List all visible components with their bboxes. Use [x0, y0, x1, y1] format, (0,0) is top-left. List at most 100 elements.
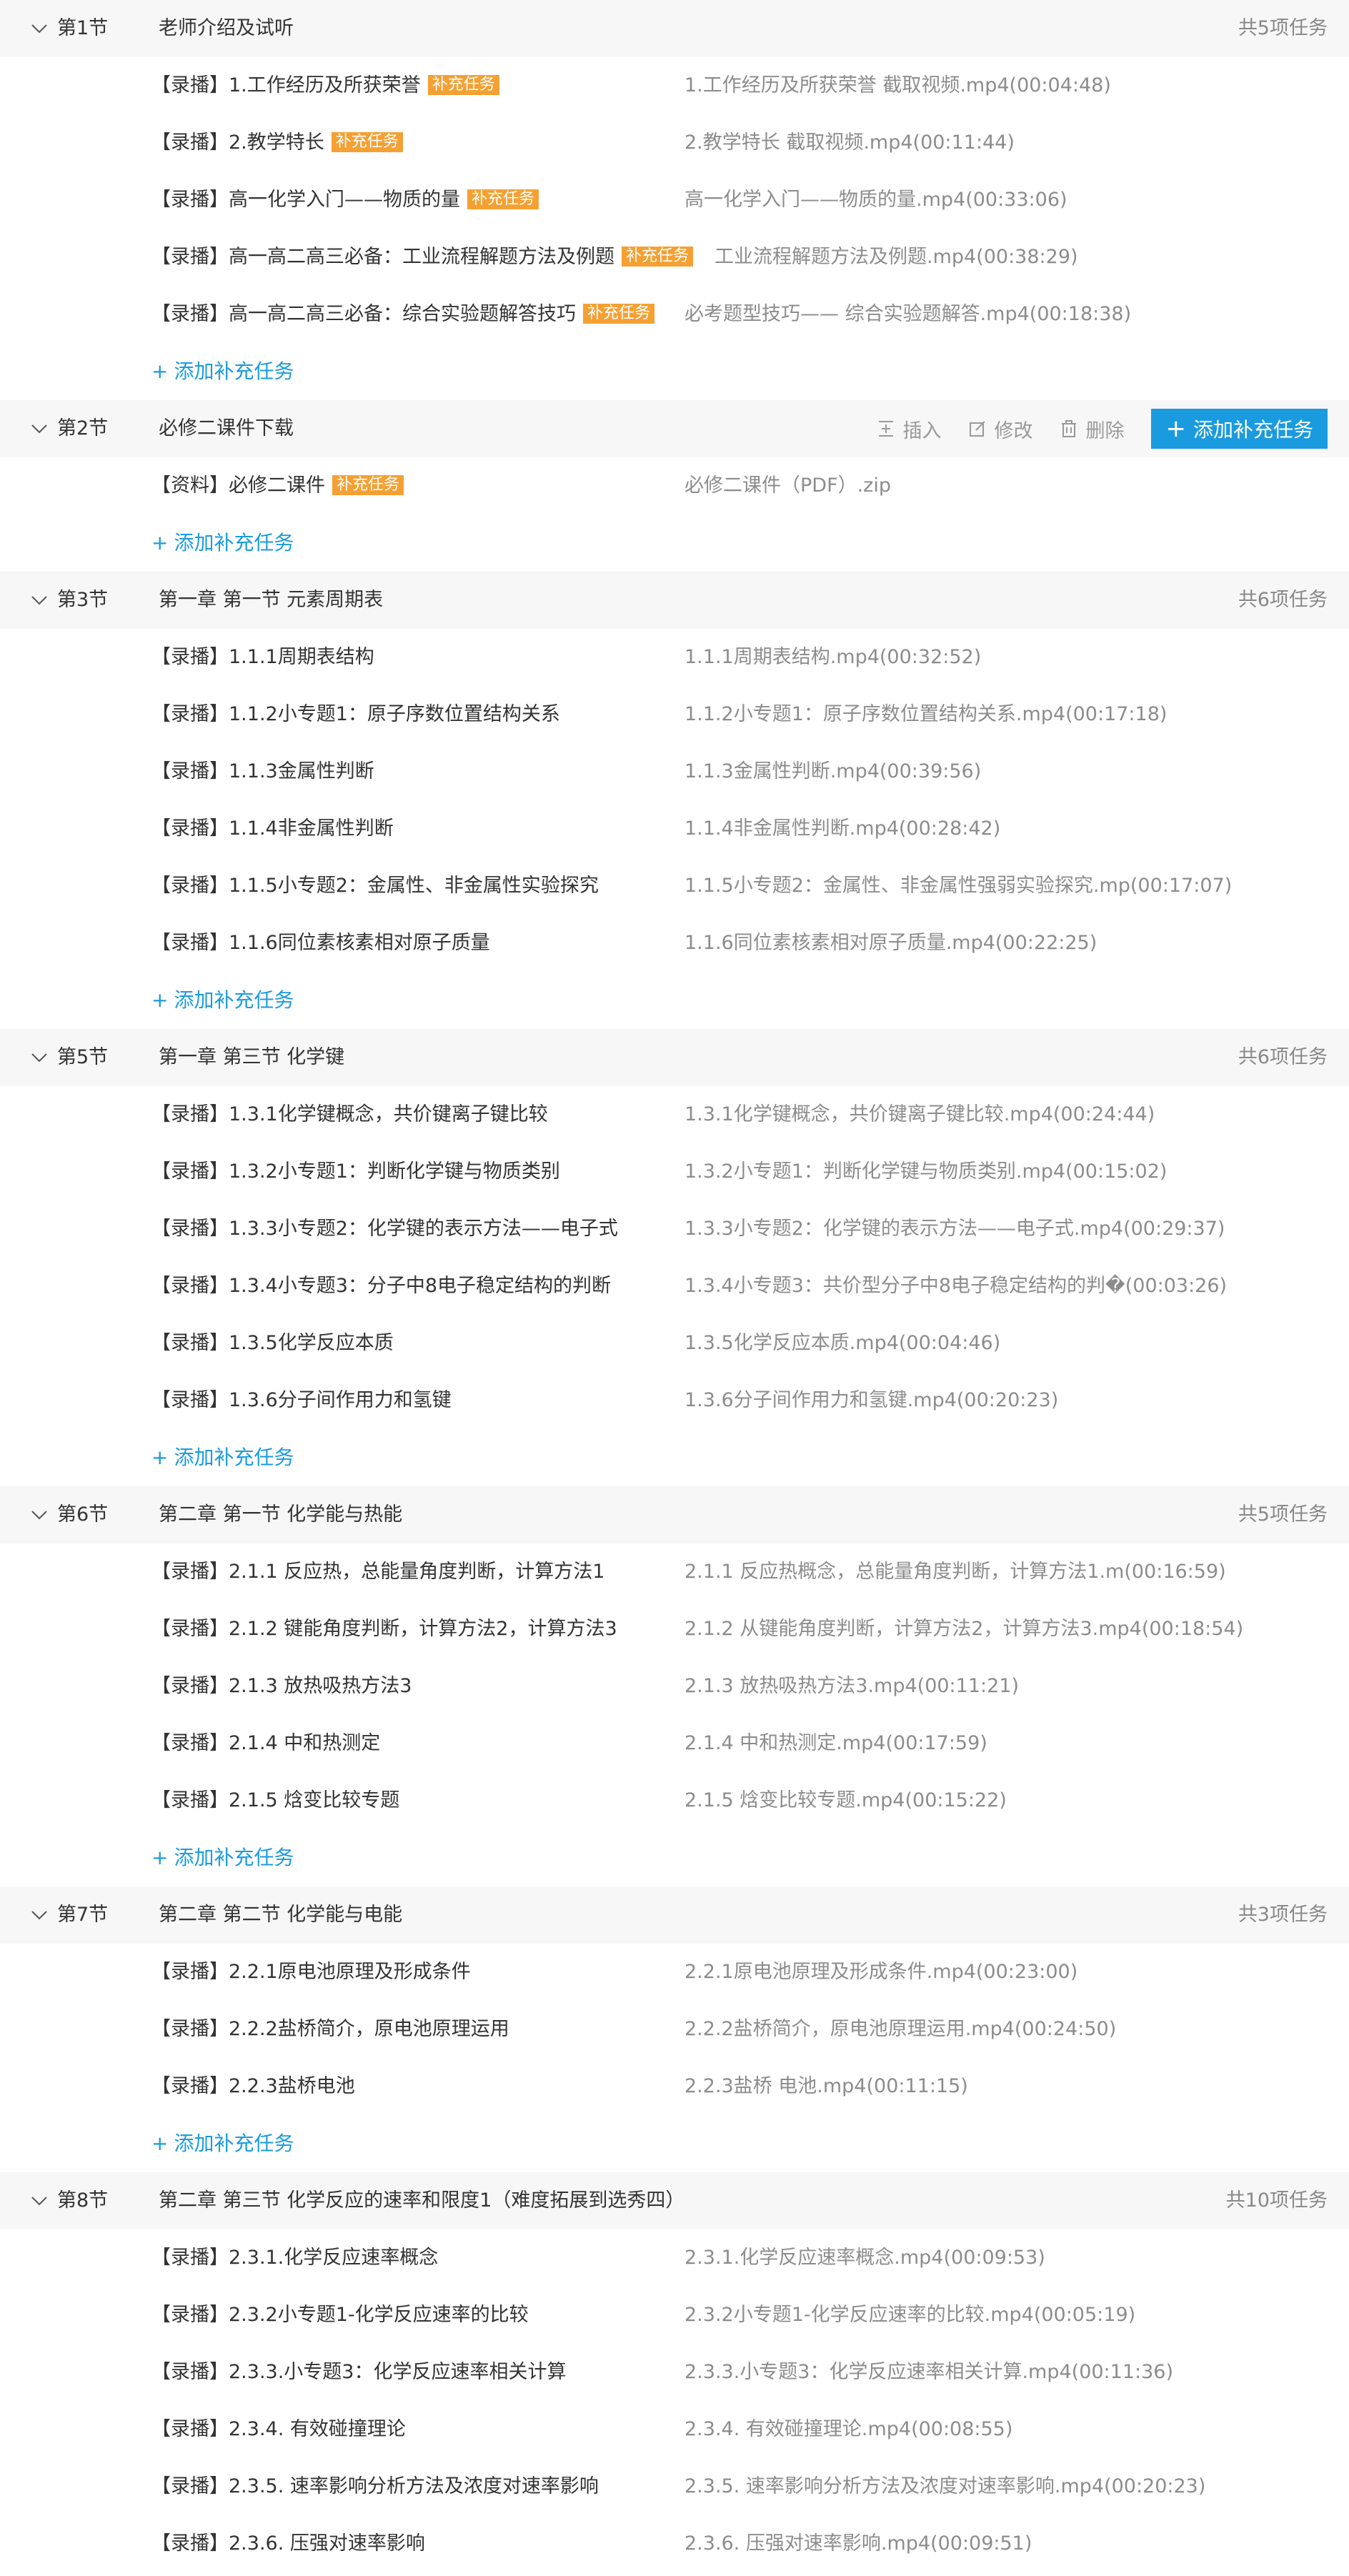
add-supplement-label: 添加补充任务: [174, 988, 294, 1012]
task-file[interactable]: 2.3.5. 速率影响分析方法及浓度对速率影响.mp4(00:20:23): [685, 2458, 1205, 2515]
section-header[interactable]: 第7节 第二章 第二节 化学能与电能 共3项任务: [0, 1886, 1349, 1944]
task-count: 共10项任务: [1225, 2189, 1328, 2212]
chevron-down-icon[interactable]: [30, 1906, 49, 1924]
chevron-down-icon[interactable]: [30, 1506, 49, 1524]
edit-button[interactable]: 修改: [968, 415, 1032, 443]
task-file[interactable]: 1.1.6同位素核素相对原子质量.mp4(00:22:25): [685, 915, 1097, 972]
chevron-down-icon[interactable]: [30, 419, 49, 438]
chevron-down-icon[interactable]: [30, 2192, 49, 2210]
add-supplement-link[interactable]: + 添加补充任务: [0, 2115, 1349, 2172]
section-header[interactable]: 第3节 第一章 第一节 元素周期表 共6项任务: [0, 572, 1349, 629]
task-row[interactable]: 工业流程解题方法及例题.mp4(00:38:29) 【录播】高一高二高三必备：工…: [0, 229, 1349, 286]
task-row[interactable]: 【录播】1.1.6同位素核素相对原子质量 1.1.6同位素核素相对原子质量.mp4…: [0, 915, 1349, 972]
task-row[interactable]: 【录播】1.1.2小专题1：原子序数位置结构关系 1.1.2小专题1：原子序数位置…: [0, 686, 1349, 743]
task-file[interactable]: 1.1.4非金属性判断.mp4(00:28:42): [685, 800, 1000, 857]
add-supplement-button[interactable]: + 添加补充任务: [1151, 409, 1328, 449]
task-row[interactable]: 【录播】2.2.1原电池原理及形成条件 2.2.1原电池原理及形成条件.mp4(0…: [0, 1944, 1349, 2001]
task-file[interactable]: 1.3.2小专题1：判断化学键与物质类别.mp4(00:15:02): [685, 1143, 1167, 1200]
task-file[interactable]: 2.2.2盐桥简介，原电池原理运用.mp4(00:24:50): [685, 2001, 1116, 2058]
task-file[interactable]: 2.教学特长 截取视频.mp4(00:11:44): [685, 114, 1015, 171]
task-row[interactable]: 【录播】1.1.1周期表结构 1.1.1周期表结构.mp4(00:32:52): [0, 629, 1349, 686]
task-file[interactable]: 2.3.6. 压强对速率影响.mp4(00:09:51): [685, 2515, 1032, 2572]
task-row[interactable]: 【录播】2.3.4. 有效碰撞理论 2.3.4. 有效碰撞理论.mp4(00:08…: [0, 2401, 1349, 2458]
chevron-down-icon[interactable]: [30, 1048, 49, 1067]
task-row[interactable]: 【录播】2.3.1.化学反应速率概念 2.3.1.化学反应速率概念.mp4(00:…: [0, 2229, 1349, 2287]
task-title: 【录播】1.工作经历及所获荣誉: [151, 74, 421, 96]
task-file[interactable]: 高一化学入门——物质的量.mp4(00:33:06): [685, 171, 1067, 229]
task-row[interactable]: 【录播】高一化学入门——物质的量 补充任务 高一化学入门——物质的量.mp4(00…: [0, 171, 1349, 229]
task-file[interactable]: 1.3.3小专题2：化学键的表示方法——电子式.mp4(00:29:37): [685, 1200, 1225, 1258]
task-file[interactable]: 1.1.3金属性判断.mp4(00:39:56): [685, 743, 981, 800]
task-file[interactable]: 2.1.1 反应热概念，总能量角度判断，计算方法1.m(00:16:59): [685, 1543, 1226, 1601]
section: 第2节 必修二课件下载 插入 修改 删除 +添加补充任务 【资料】必修二课件补: [0, 400, 1349, 572]
task-row[interactable]: 【录播】1.3.1化学键概念，共价键离子键比较 1.3.1化学键概念，共价键离子键…: [0, 1086, 1349, 1143]
task-file[interactable]: 2.3.4. 有效碰撞理论.mp4(00:08:55): [685, 2401, 1012, 2458]
section-header[interactable]: 第6节 第二章 第一节 化学能与热能 共5项任务: [0, 1486, 1349, 1543]
insert-button[interactable]: 插入: [877, 415, 941, 443]
task-file[interactable]: 1.1.1周期表结构.mp4(00:32:52): [685, 629, 981, 686]
supplement-tag: 补充任务: [622, 246, 694, 267]
task-file[interactable]: 1.3.1化学键概念，共价键离子键比较.mp4(00:24:44): [685, 1086, 1155, 1143]
task-row[interactable]: 【录播】2.3.3.小专题3：化学反应速率相关计算 2.3.3.小专题3：化学反应…: [0, 2344, 1349, 2401]
task-row[interactable]: 【录播】高一高二高三必备：综合实验题解答技巧 补充任务 必考题型技巧—— 综合实验…: [0, 286, 1349, 343]
task-row[interactable]: 【录播】2.1.5 焓变比较专题 2.1.5 焓变比较专题.mp4(00:15:2…: [0, 1772, 1349, 1829]
delete-button[interactable]: 删除: [1060, 415, 1124, 443]
task-file[interactable]: 2.1.3 放热吸热方法3.mp4(00:11:21): [685, 1658, 1019, 1715]
task-file[interactable]: 1.3.4小专题3：共价型分子中8电子稳定结构的判�(00:03:26): [685, 1258, 1227, 1315]
section-title: 第二章 第一节 化学能与热能: [159, 1503, 403, 1526]
chevron-down-icon[interactable]: [30, 591, 49, 610]
task-row[interactable]: 【录播】1.3.4小专题3：分子中8电子稳定结构的判断 1.3.4小专题3：共价型…: [0, 1258, 1349, 1315]
task-row[interactable]: 【录播】2.3.6. 压强对速率影响 2.3.6. 压强对速率影响.mp4(00:…: [0, 2515, 1349, 2572]
add-supplement-label: 添加补充任务: [174, 531, 294, 555]
task-file[interactable]: 2.2.3盐桥 电池.mp4(00:11:15): [685, 2058, 968, 2115]
task-file[interactable]: 2.1.5 焓变比较专题.mp4(00:15:22): [685, 1772, 1007, 1829]
add-supplement-link[interactable]: + 添加补充任务: [0, 972, 1349, 1029]
task-row[interactable]: 【录播】2.2.3盐桥电池 2.2.3盐桥 电池.mp4(00:11:15): [0, 2058, 1349, 2115]
task-row[interactable]: 【录播】1.3.6分子间作用力和氢键 1.3.6分子间作用力和氢键.mp4(00:…: [0, 1372, 1349, 1429]
task-row[interactable]: 【录播】1.3.3小专题2：化学键的表示方法——电子式 1.3.3小专题2：化学键…: [0, 1200, 1349, 1258]
task-row[interactable]: 【录播】2.3.2小专题1-化学反应速率的比较 2.3.2小专题1-化学反应速率的…: [0, 2287, 1349, 2344]
task-row[interactable]: 【录播】2.2.2盐桥简介，原电池原理运用 2.2.2盐桥简介，原电池原理运用.m…: [0, 2001, 1349, 2058]
task-file[interactable]: 1.1.2小专题1：原子序数位置结构关系.mp4(00:17:18): [685, 686, 1167, 743]
task-file[interactable]: 2.3.2小专题1-化学反应速率的比较.mp4(00:05:19): [685, 2287, 1135, 2344]
task-row[interactable]: 【资料】必修二课件 补充任务 必修二课件（PDF）.zip: [0, 457, 1349, 514]
task-file[interactable]: 2.3.1.化学反应速率概念.mp4(00:09:53): [685, 2229, 1045, 2287]
task-row[interactable]: 【录播】1.1.3金属性判断 1.1.3金属性判断.mp4(00:39:56): [0, 743, 1349, 800]
task-file[interactable]: 2.1.2 从键能角度判断，计算方法2，计算方法3.mp4(00:18:54): [685, 1601, 1243, 1658]
task-title: 【录播】2.教学特长: [151, 131, 324, 154]
task-row[interactable]: 【录播】1.1.4非金属性判断 1.1.4非金属性判断.mp4(00:28:42): [0, 800, 1349, 857]
task-file[interactable]: 1.工作经历及所获荣誉 截取视频.mp4(00:04:48): [685, 57, 1111, 114]
task-row[interactable]: 【录播】2.1.4 中和热测定 2.1.4 中和热测定.mp4(00:17:59): [0, 1715, 1349, 1772]
task-file[interactable]: 1.1.5小专题2：金属性、非金属性强弱实验探究.mp(00:17:07): [685, 857, 1232, 915]
chevron-down-icon[interactable]: [30, 19, 49, 38]
task-file[interactable]: 2.3.3.小专题3：化学反应速率相关计算.mp4(00:11:36): [685, 2344, 1173, 2401]
task-row[interactable]: 【录播】1.工作经历及所获荣誉 补充任务 1.工作经历及所获荣誉 截取视频.mp4…: [0, 57, 1349, 114]
task-title: 【录播】2.1.4 中和热测定: [151, 1732, 381, 1754]
task-row[interactable]: 【录播】1.1.5小专题2：金属性、非金属性实验探究 1.1.5小专题2：金属性、…: [0, 857, 1349, 915]
section-header[interactable]: 第5节 第一章 第三节 化学键 共6项任务: [0, 1029, 1349, 1086]
task-row[interactable]: 【录播】1.3.5化学反应本质 1.3.5化学反应本质.mp4(00:04:46): [0, 1315, 1349, 1372]
section-header[interactable]: 第1节 老师介绍及试听 共5项任务: [0, 0, 1349, 57]
task-row[interactable]: 【录播】2.1.2 键能角度判断，计算方法2，计算方法3 2.1.2 从键能角度判…: [0, 1601, 1349, 1658]
add-supplement-link[interactable]: + 添加补充任务: [0, 514, 1349, 572]
add-supplement-link[interactable]: + 添加补充任务: [0, 1429, 1349, 1486]
add-supplement-link[interactable]: + 添加补充任务: [0, 343, 1349, 400]
task-title-wrap: 【录播】高一化学入门——物质的量 补充任务: [151, 171, 539, 229]
task-row[interactable]: 【录播】2.3.5. 速率影响分析方法及浓度对速率影响 2.3.5. 速率影响分析…: [0, 2458, 1349, 2515]
task-file[interactable]: 工业流程解题方法及例题.mp4(00:38:29): [715, 229, 1078, 286]
section-header[interactable]: 第8节 第二章 第三节 化学反应的速率和限度1（难度拓展到选秀四） 共10项任务: [0, 2172, 1349, 2229]
task-title: 【录播】2.3.4. 有效碰撞理论: [151, 2418, 406, 2440]
task-file[interactable]: 2.2.1原电池原理及形成条件.mp4(00:23:00): [685, 1944, 1077, 2001]
task-file[interactable]: 2.1.4 中和热测定.mp4(00:17:59): [685, 1715, 987, 1772]
add-supplement-link[interactable]: + 添加补充任务: [0, 1829, 1349, 1886]
section-header[interactable]: 第2节 必修二课件下载 插入 修改 删除 + 添加补充任务: [0, 400, 1349, 457]
task-title: 【录播】2.1.5 焓变比较专题: [151, 1789, 400, 1811]
task-file[interactable]: 必修二课件（PDF）.zip: [685, 457, 891, 514]
task-file[interactable]: 1.3.5化学反应本质.mp4(00:04:46): [685, 1315, 1000, 1372]
task-file[interactable]: 必考题型技巧—— 综合实验题解答.mp4(00:18:38): [685, 286, 1131, 343]
task-row[interactable]: 【录播】2.1.1 反应热，总能量角度判断，计算方法1 2.1.1 反应热概念，总…: [0, 1543, 1349, 1601]
task-file[interactable]: 1.3.6分子间作用力和氢键.mp4(00:20:23): [685, 1372, 1058, 1429]
task-row[interactable]: 【录播】2.教学特长 补充任务 2.教学特长 截取视频.mp4(00:11:44): [0, 114, 1349, 171]
task-row[interactable]: 【录播】2.1.3 放热吸热方法3 2.1.3 放热吸热方法3.mp4(00:11…: [0, 1658, 1349, 1715]
task-row[interactable]: 【录播】1.3.2小专题1：判断化学键与物质类别 1.3.2小专题1：判断化学键与…: [0, 1143, 1349, 1200]
